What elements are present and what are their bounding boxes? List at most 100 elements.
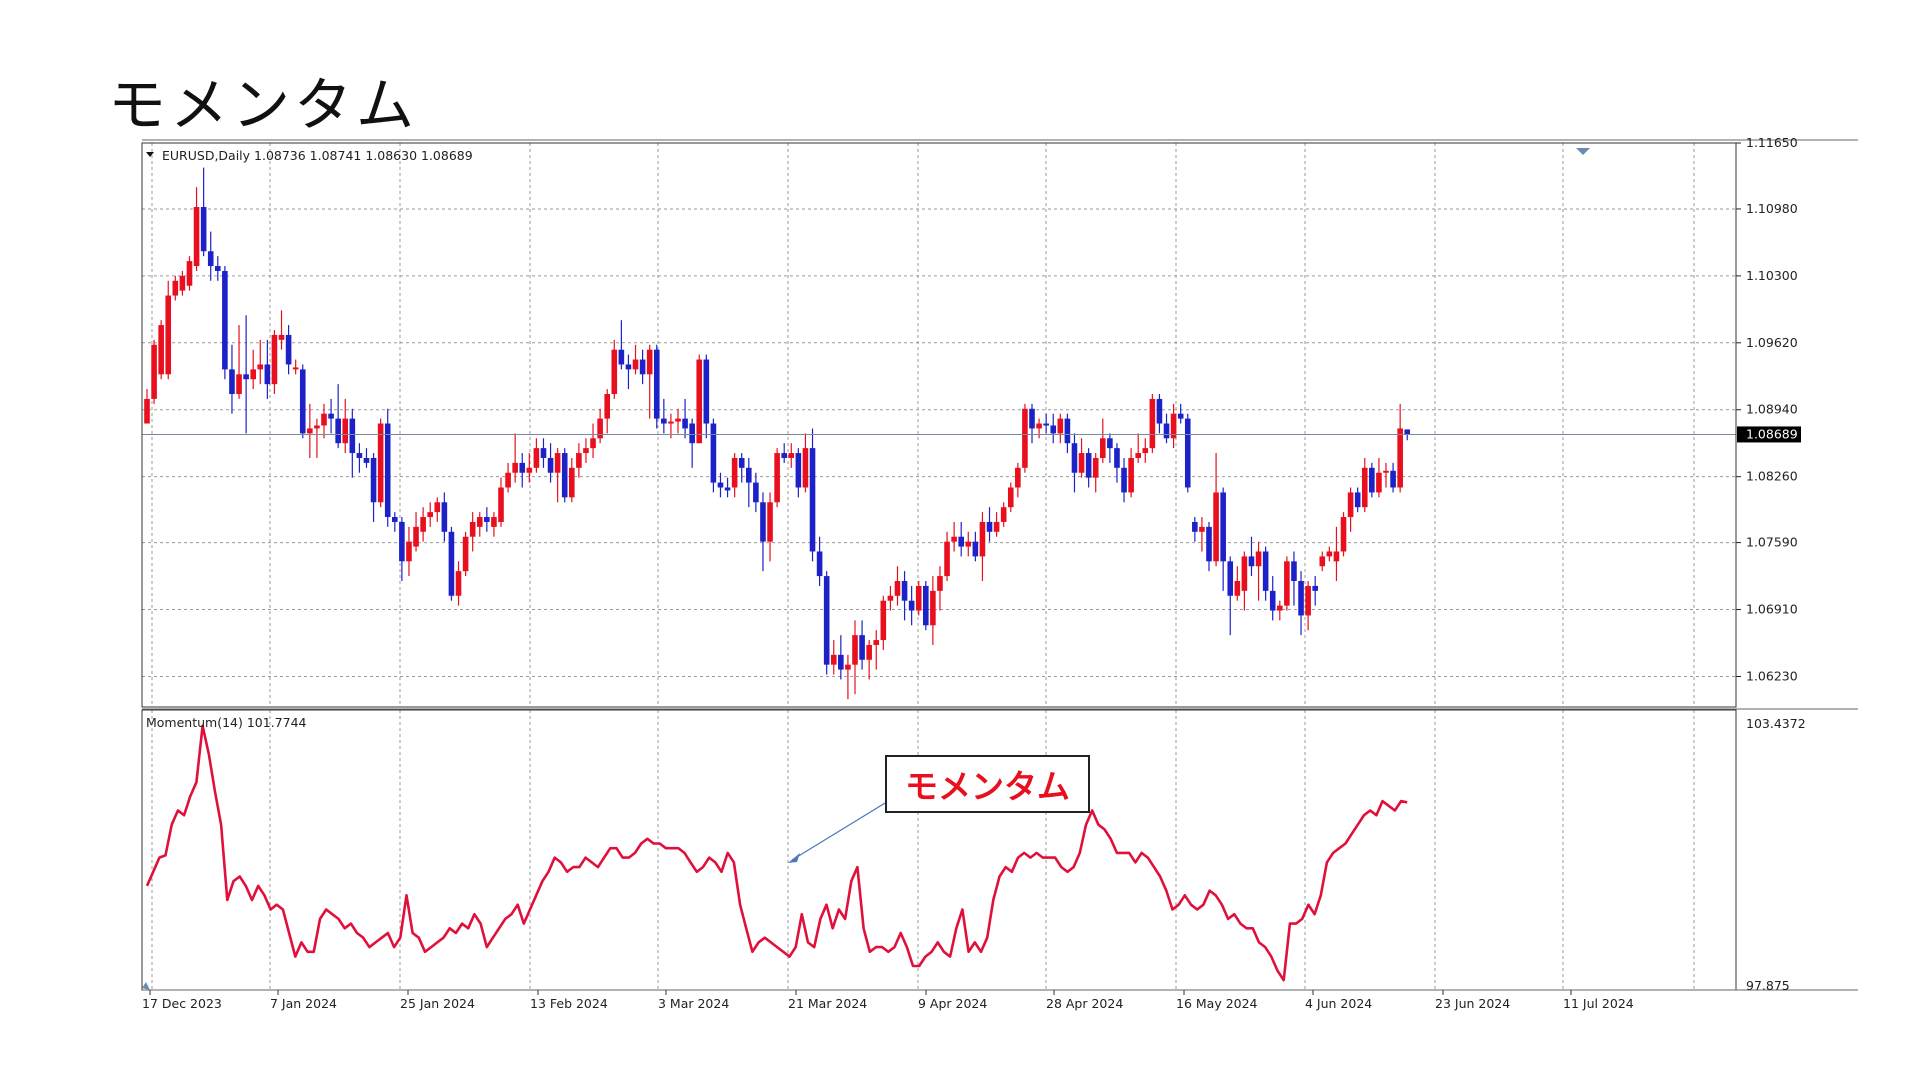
candle-body [1234, 581, 1241, 596]
candle-body [880, 600, 887, 641]
candle-body [675, 418, 681, 422]
candle-body [399, 521, 405, 562]
x-tick-label: 28 Apr 2024 [1046, 996, 1123, 1011]
candle-body [1128, 457, 1134, 493]
candle-body [200, 206, 207, 252]
candle-body [823, 576, 830, 665]
x-tick-label: 23 Jun 2024 [1435, 996, 1510, 1011]
candle-body [158, 325, 164, 375]
candle-body [923, 585, 929, 626]
candle-body [172, 280, 179, 296]
candle-body [469, 521, 476, 537]
candle-body [788, 453, 795, 458]
momentum-line [145, 724, 1408, 982]
candle-body [1376, 472, 1382, 493]
candle-body [554, 453, 561, 473]
candle-body [384, 423, 391, 518]
candle-body [1064, 418, 1071, 444]
candle-body [193, 206, 200, 267]
candle-body [512, 462, 518, 473]
candle-body [356, 453, 363, 458]
candle-body [576, 453, 582, 468]
frame-layer [141, 139, 1858, 991]
candle-body [1135, 453, 1141, 458]
candle-body [186, 261, 193, 286]
candle-body [901, 581, 908, 601]
candle-body [1043, 423, 1049, 426]
x-tick-label: 3 Mar 2024 [658, 996, 729, 1011]
candle-body [271, 334, 278, 385]
candle-body [236, 374, 242, 394]
candle-body [1029, 408, 1035, 429]
candle-body [441, 502, 448, 532]
candle-body [1390, 470, 1396, 488]
candle-body [632, 359, 639, 370]
candle-body [250, 369, 256, 380]
candle-body [1213, 492, 1219, 562]
candle-body [491, 517, 497, 527]
candle-body [1114, 448, 1120, 468]
candle-body [915, 585, 922, 611]
candle-body [561, 453, 568, 498]
candle-body [802, 448, 809, 488]
candle-body [689, 423, 695, 444]
momentum-layer [145, 724, 1408, 982]
x-tick-label: 9 Apr 2024 [918, 996, 987, 1011]
candle-body [852, 635, 858, 665]
dropdown-triangle-icon [146, 152, 154, 157]
candle-body [611, 349, 618, 394]
candle-body [342, 418, 349, 444]
candle-body [661, 418, 667, 424]
candle-body [618, 349, 625, 365]
candle-body [760, 502, 766, 542]
x-tick-label: 7 Jan 2024 [270, 996, 337, 1011]
price-tick-label: 1.11650 [1746, 135, 1798, 150]
candle-body [434, 502, 441, 513]
candle-body [292, 367, 299, 370]
candle-body [873, 640, 880, 645]
candle-body [165, 295, 172, 375]
candle-body [646, 349, 653, 375]
label-layer: 1.11650 1.10980 1.10300 1.09620 1.08940 1.082… [142, 135, 1806, 1011]
candle-body [908, 600, 915, 611]
candle-body [215, 266, 221, 271]
candle-body [668, 421, 674, 424]
candle-body [1361, 467, 1368, 508]
candle-body [278, 334, 285, 340]
callout-arrow-head [788, 853, 800, 863]
momentum-header: Momentum(14) 101.7744 [146, 715, 307, 730]
candle-body [816, 551, 823, 577]
candle-body [746, 467, 752, 483]
candle-body [427, 512, 433, 518]
candle-body [774, 453, 780, 503]
candle-body [1036, 423, 1042, 429]
candle-body [590, 438, 596, 449]
candle-body [1241, 556, 1248, 591]
candle-body [207, 251, 214, 267]
price-tick-label: 1.09620 [1746, 335, 1798, 350]
candle-body [1022, 408, 1028, 468]
candle-body [519, 462, 526, 473]
candle-body [753, 482, 759, 503]
candle-body [625, 364, 632, 370]
chart: 1.11650 1.10980 1.10300 1.09620 1.08940 1.082… [141, 135, 1858, 1011]
candle-body [1277, 605, 1283, 611]
candle-body [462, 536, 469, 572]
candle-body [1199, 526, 1205, 532]
candle-body [547, 457, 554, 473]
candle-body [887, 595, 894, 601]
candle-body [505, 472, 511, 488]
candle-body [1298, 581, 1304, 616]
momentum-tick-label: 103.4372 [1746, 716, 1806, 731]
candle-body [1227, 561, 1234, 596]
candle-body [639, 359, 646, 375]
candle-body [930, 590, 936, 626]
x-tick-label: 21 Mar 2024 [788, 996, 867, 1011]
price-tick-label: 1.08260 [1746, 469, 1798, 484]
candle-body [377, 423, 384, 503]
candle-body [1192, 521, 1198, 532]
candle-body [1404, 429, 1411, 435]
grid-layer [142, 142, 1741, 990]
candle-body [958, 536, 964, 547]
callout-arrow-line [791, 799, 891, 861]
